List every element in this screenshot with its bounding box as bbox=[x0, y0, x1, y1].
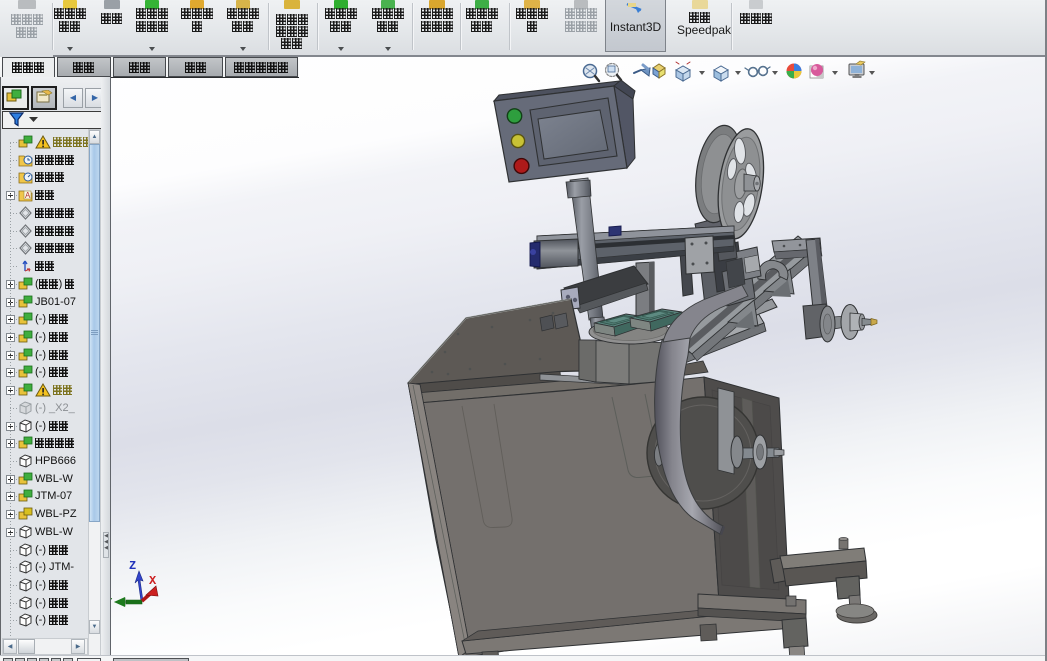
svg-text:Z: Z bbox=[129, 559, 136, 573]
svg-text:A: A bbox=[25, 191, 31, 200]
svg-text:X: X bbox=[149, 574, 157, 588]
